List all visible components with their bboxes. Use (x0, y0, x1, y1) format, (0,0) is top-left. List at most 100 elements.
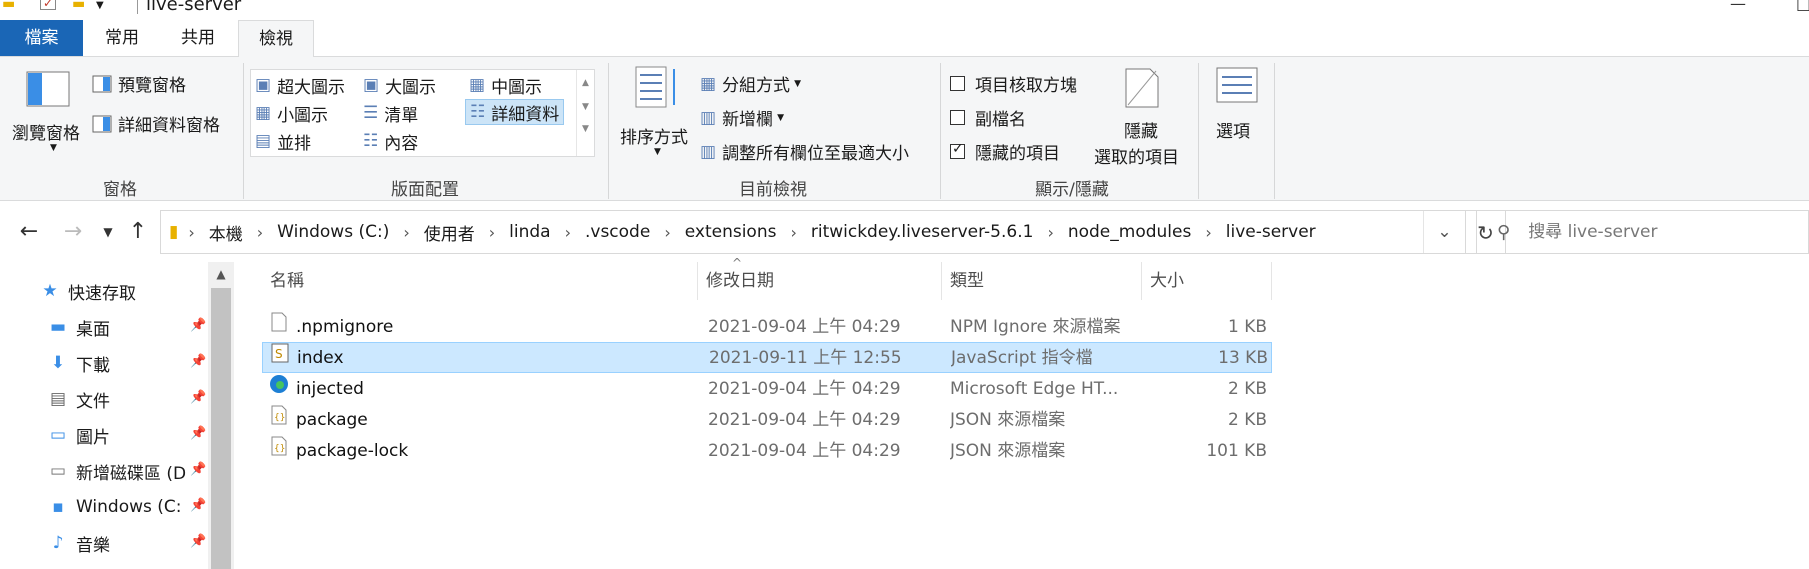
layout-content[interactable]: ☷ 內容 (363, 128, 418, 154)
chevron-right-icon[interactable]: › (565, 223, 571, 242)
column-header-type[interactable]: 類型 (942, 262, 1142, 300)
pin-icon[interactable]: 📌 (190, 426, 206, 441)
nav-item-label: 圖片 (76, 427, 110, 448)
preview-pane-button[interactable]: 預覽窗格 (92, 71, 186, 96)
chevron-right-icon[interactable]: › (1047, 223, 1053, 242)
layout-list[interactable]: ☰ 清單 (363, 100, 418, 126)
hidden-items-checkbox[interactable] (950, 141, 965, 159)
scroll-up-icon[interactable]: ▲ (208, 262, 234, 286)
details-pane-button[interactable]: 詳細資料窗格 (92, 111, 220, 136)
minimize-button[interactable]: — (1730, 0, 1746, 13)
layout-item-label: 詳細資料 (491, 104, 560, 125)
hidden-items-toggle[interactable]: 隱藏的項目 (950, 139, 1060, 164)
search-box[interactable]: ⚲ (1476, 210, 1809, 254)
gallery-down-icon[interactable]: ▼ (577, 102, 594, 112)
item-checkboxes-checkbox[interactable] (950, 76, 965, 91)
scrollbar-thumb[interactable] (211, 288, 231, 569)
layout-tiles[interactable]: ▤ 並排 (255, 128, 311, 154)
json-file-icon: {} (268, 405, 290, 436)
chevron-right-icon[interactable]: › (790, 223, 796, 242)
chevron-right-icon[interactable]: › (403, 223, 409, 242)
layout-item-label: 超大圖示 (277, 77, 346, 98)
layout-details[interactable]: ☷ 詳細資料 (465, 99, 565, 125)
breadcrumb-users[interactable]: 使用者 (424, 220, 475, 245)
gallery-scrollbar[interactable]: ▲ ▼ ▼ (576, 70, 594, 156)
column-header-size[interactable]: 大小 (1142, 262, 1272, 300)
chevron-right-icon[interactable]: › (257, 223, 263, 242)
item-checkboxes-toggle[interactable]: 項目核取方塊 (950, 71, 1077, 96)
breadcrumb-live-server[interactable]: live-server (1226, 222, 1316, 242)
tab-file[interactable]: 檔案 (0, 20, 83, 56)
search-icon: ⚲ (1497, 221, 1511, 243)
table-row[interactable]: {} package 2021-09-04 上午 04:29 JSON 來源檔案… (262, 405, 1272, 436)
column-header-date[interactable]: 修改日期 (698, 262, 942, 300)
layout-medium-icons[interactable]: ▦ 中圖示 (469, 72, 542, 98)
group-by-label: 分組方式 (722, 76, 791, 96)
sort-by-button[interactable]: 排序方式 ▼ (616, 63, 696, 163)
back-arrow-icon[interactable]: ← (14, 210, 44, 254)
file-extensions-label: 副檔名 (975, 110, 1026, 130)
tab-share[interactable]: 共用 (164, 20, 232, 56)
layout-small-icons[interactable]: ▦ 小圖示 (255, 100, 328, 126)
nav-pane-button[interactable]: 瀏覽窗格 ▼ (8, 69, 86, 169)
breadcrumb-this-pc[interactable]: 本機 (209, 220, 243, 245)
pin-icon[interactable]: 📌 (190, 354, 206, 369)
options-icon (1216, 67, 1258, 103)
breadcrumb-c-drive[interactable]: Windows (C:) (277, 222, 389, 242)
options-button[interactable]: 選項 (1206, 67, 1268, 167)
breadcrumb-vscode[interactable]: .vscode (585, 222, 650, 242)
pin-icon[interactable]: 📌 (190, 462, 206, 477)
forward-arrow-icon[interactable]: → (58, 210, 88, 254)
navpane-scrollbar[interactable]: ▲ (208, 262, 234, 569)
breadcrumb-extensions[interactable]: extensions (685, 222, 777, 242)
search-input[interactable] (1528, 222, 1808, 242)
column-header-name[interactable]: 名稱 (262, 262, 698, 300)
address-history-chevron-icon[interactable]: ⌄ (1423, 211, 1465, 253)
script-file-icon: S (269, 343, 291, 374)
table-row[interactable]: {} package-lock 2021-09-04 上午 04:29 JSON… (262, 436, 1272, 467)
pin-icon[interactable]: 📌 (190, 498, 206, 513)
group-by-button[interactable]: ▦ 分組方式 ▼ (700, 71, 801, 97)
file-extensions-checkbox[interactable] (950, 110, 965, 125)
properties-icon[interactable]: ✓ (40, 0, 56, 10)
file-type: NPM Ignore 來源檔案 (950, 317, 1121, 337)
pin-icon[interactable]: 📌 (190, 534, 206, 549)
nav-item-quick-access[interactable]: ★ 快速存取 (40, 276, 208, 306)
navigation-pane: ★ 快速存取 ▬ 桌面 📌 ⬇ 下載 📌 ▤ 文件 📌 ▭ 圖片 📌 ▭ 新增磁… (0, 262, 236, 569)
new-folder-icon[interactable]: ▬ (72, 0, 85, 12)
table-row[interactable]: .npmignore 2021-09-04 上午 04:29 NPM Ignor… (262, 312, 1272, 343)
breadcrumb-node-modules[interactable]: node_modules (1068, 222, 1192, 242)
chevron-right-icon[interactable]: › (664, 223, 670, 242)
tab-home[interactable]: 常用 (88, 20, 156, 56)
file-size: 13 KB (1218, 348, 1268, 368)
edge-icon (268, 374, 290, 405)
gallery-up-icon[interactable]: ▲ (577, 78, 594, 88)
add-columns-button[interactable]: ▥ 新增欄 ▼ (700, 105, 784, 131)
add-columns-label: 新增欄 (722, 110, 774, 130)
pin-icon[interactable]: 📌 (190, 390, 206, 405)
pin-icon[interactable]: 📌 (190, 318, 206, 333)
table-row[interactable]: injected 2021-09-04 上午 04:29 Microsoft E… (262, 374, 1272, 405)
breadcrumb-linda[interactable]: linda (509, 222, 550, 242)
file-name: injected (296, 379, 364, 399)
table-row[interactable]: S index 2021-09-11 上午 12:55 JavaScript 指… (262, 342, 1272, 373)
fit-columns-button[interactable]: ▥ 調整所有欄位至最適大小 (700, 139, 909, 165)
chevron-right-icon[interactable]: › (1205, 223, 1211, 242)
layout-gallery: ▣ 超大圖示 ▣ 大圖示 ▦ 中圖示 ▦ 小圖示 ☰ 清單 ☷ 詳細資料 ▤ 並排 ☷ 內容 ▲… (250, 69, 595, 157)
recent-locations-chevron-icon[interactable]: ▼ (98, 210, 118, 254)
up-arrow-icon[interactable]: ↑ (124, 210, 152, 254)
tab-view[interactable]: 檢視 (238, 20, 314, 58)
address-bar[interactable]: ▮ › 本機 › Windows (C:) › 使用者 › linda › .v… (160, 210, 1466, 254)
chevron-right-icon[interactable]: › (489, 223, 495, 242)
chevron-right-icon[interactable]: › (188, 223, 194, 242)
breadcrumb-liveserver[interactable]: ritwickdey.liveserver-5.6.1 (811, 222, 1034, 242)
layout-extra-large-icons[interactable]: ▣ 超大圖示 (255, 72, 345, 98)
restore-button[interactable]: □ (1796, 0, 1809, 13)
ribbon: 瀏覽窗格 ▼ 預覽窗格 詳細資料窗格 窗格 ▣ 超大圖示 ▣ 大圖示 ▦ 中圖示 ▦ 小… (0, 57, 1809, 201)
details-pane-label: 詳細資料窗格 (118, 116, 220, 136)
gallery-more-icon[interactable]: ▼ (577, 124, 594, 134)
file-extensions-toggle[interactable]: 副檔名 (950, 105, 1026, 130)
hide-selected-button[interactable]: 隱藏 選取的項目 (1092, 67, 1192, 168)
customize-toolbar-icon[interactable]: ▼ (96, 0, 104, 11)
layout-large-icons[interactable]: ▣ 大圖示 (363, 72, 436, 98)
